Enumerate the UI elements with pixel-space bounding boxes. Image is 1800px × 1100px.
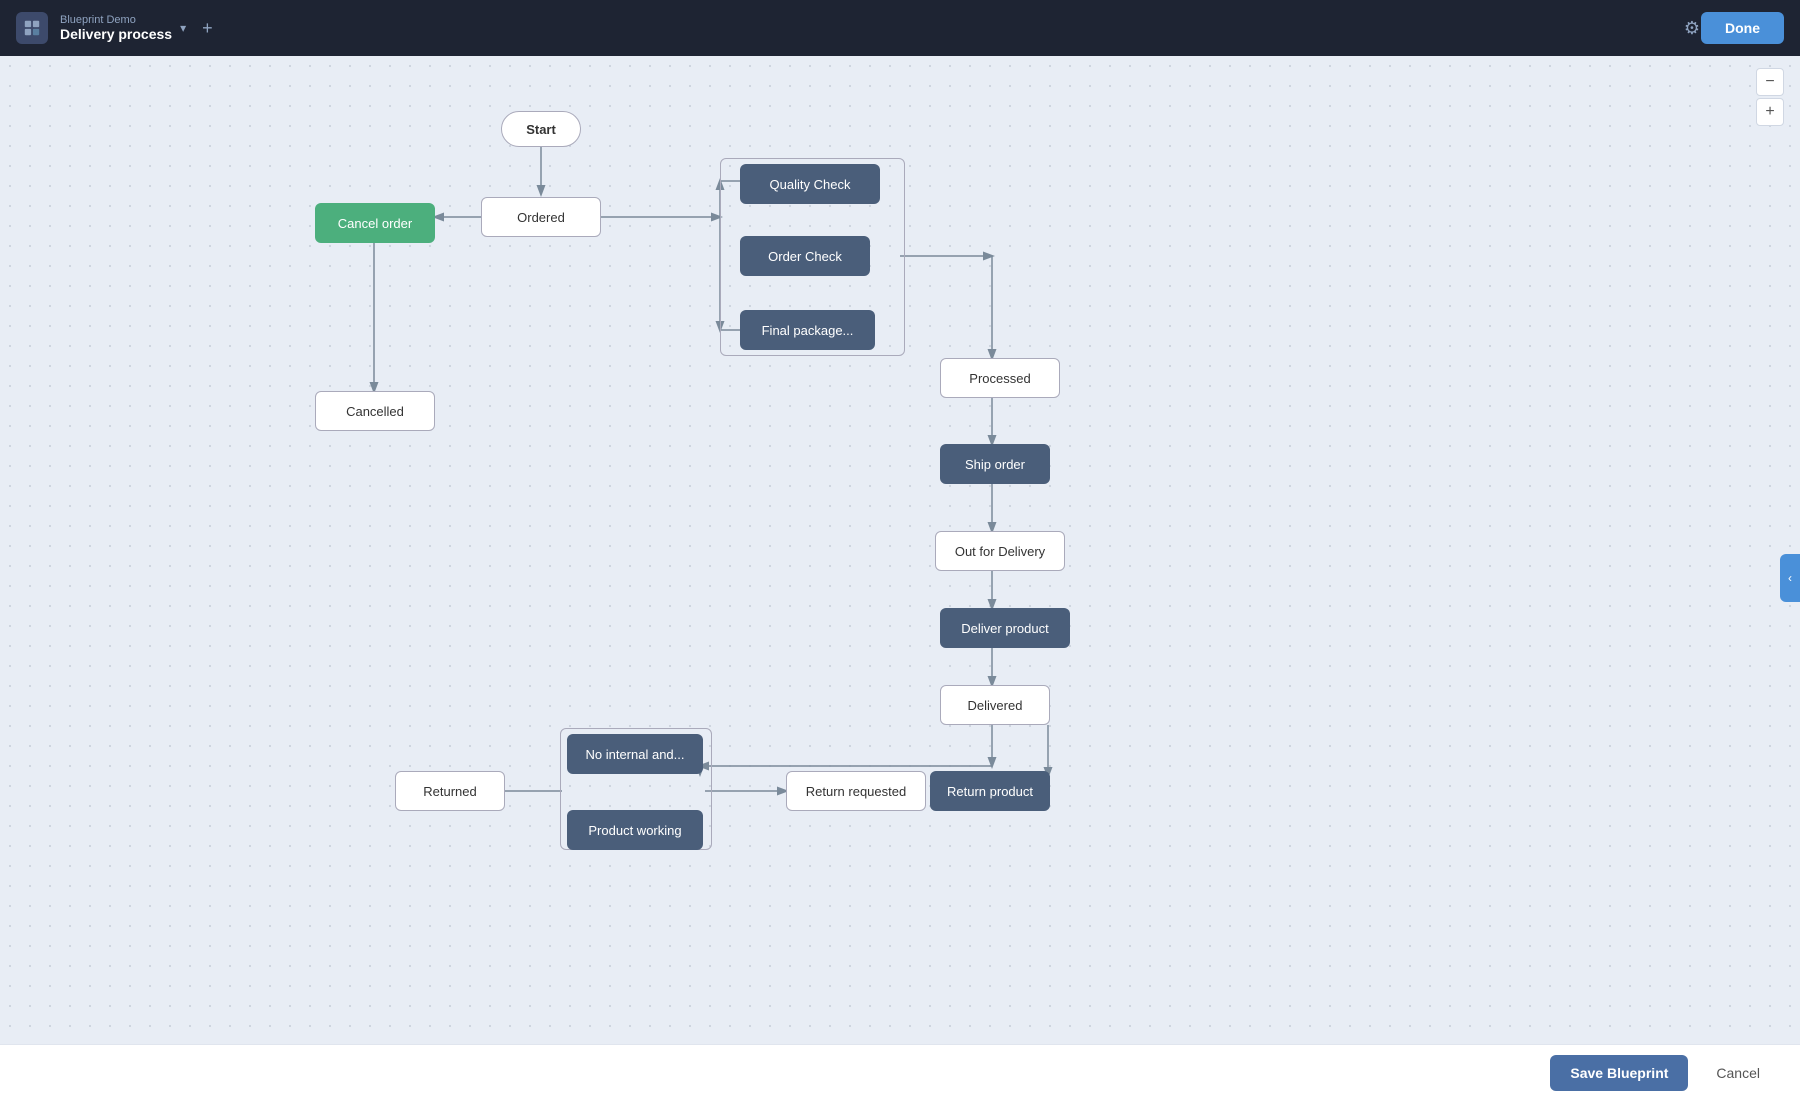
footer: Save Blueprint Cancel: [0, 1044, 1800, 1100]
delivered-node[interactable]: Delivered: [940, 685, 1050, 725]
quality-check-node[interactable]: Quality Check: [740, 164, 880, 204]
done-button[interactable]: Done: [1701, 12, 1784, 44]
cancel-button[interactable]: Cancel: [1700, 1055, 1776, 1091]
order-check-node[interactable]: Order Check: [740, 236, 870, 276]
cancelled-node[interactable]: Cancelled: [315, 391, 435, 431]
app-logo: [16, 12, 48, 44]
zoom-out-button[interactable]: −: [1756, 68, 1784, 96]
returned-node[interactable]: Returned: [395, 771, 505, 811]
return-product-node[interactable]: Return product: [930, 771, 1050, 811]
zoom-controls: − +: [1756, 68, 1784, 126]
gear-icon[interactable]: ⚙: [1684, 18, 1700, 39]
no-internal-node[interactable]: No internal and...: [567, 734, 703, 774]
add-icon[interactable]: +: [202, 18, 213, 39]
save-blueprint-button[interactable]: Save Blueprint: [1550, 1055, 1688, 1091]
page-title: Delivery process: [60, 26, 172, 42]
app-subtitle: Blueprint Demo: [60, 14, 172, 26]
chevron-down-icon[interactable]: ▾: [180, 21, 186, 35]
final-package-node[interactable]: Final package...: [740, 310, 875, 350]
zoom-in-button[interactable]: +: [1756, 98, 1784, 126]
processed-node[interactable]: Processed: [940, 358, 1060, 398]
chevron-left-icon: ‹: [1788, 571, 1792, 585]
cancel-order-node[interactable]: Cancel order: [315, 203, 435, 243]
ordered-node[interactable]: Ordered: [481, 197, 601, 237]
deliver-product-node[interactable]: Deliver product: [940, 608, 1070, 648]
side-panel-toggle[interactable]: ‹: [1780, 554, 1800, 602]
return-requested-node[interactable]: Return requested: [786, 771, 926, 811]
start-node[interactable]: Start: [501, 111, 581, 147]
out-for-delivery-node[interactable]: Out for Delivery: [935, 531, 1065, 571]
ship-order-node[interactable]: Ship order: [940, 444, 1050, 484]
product-working-node[interactable]: Product working: [567, 810, 703, 850]
